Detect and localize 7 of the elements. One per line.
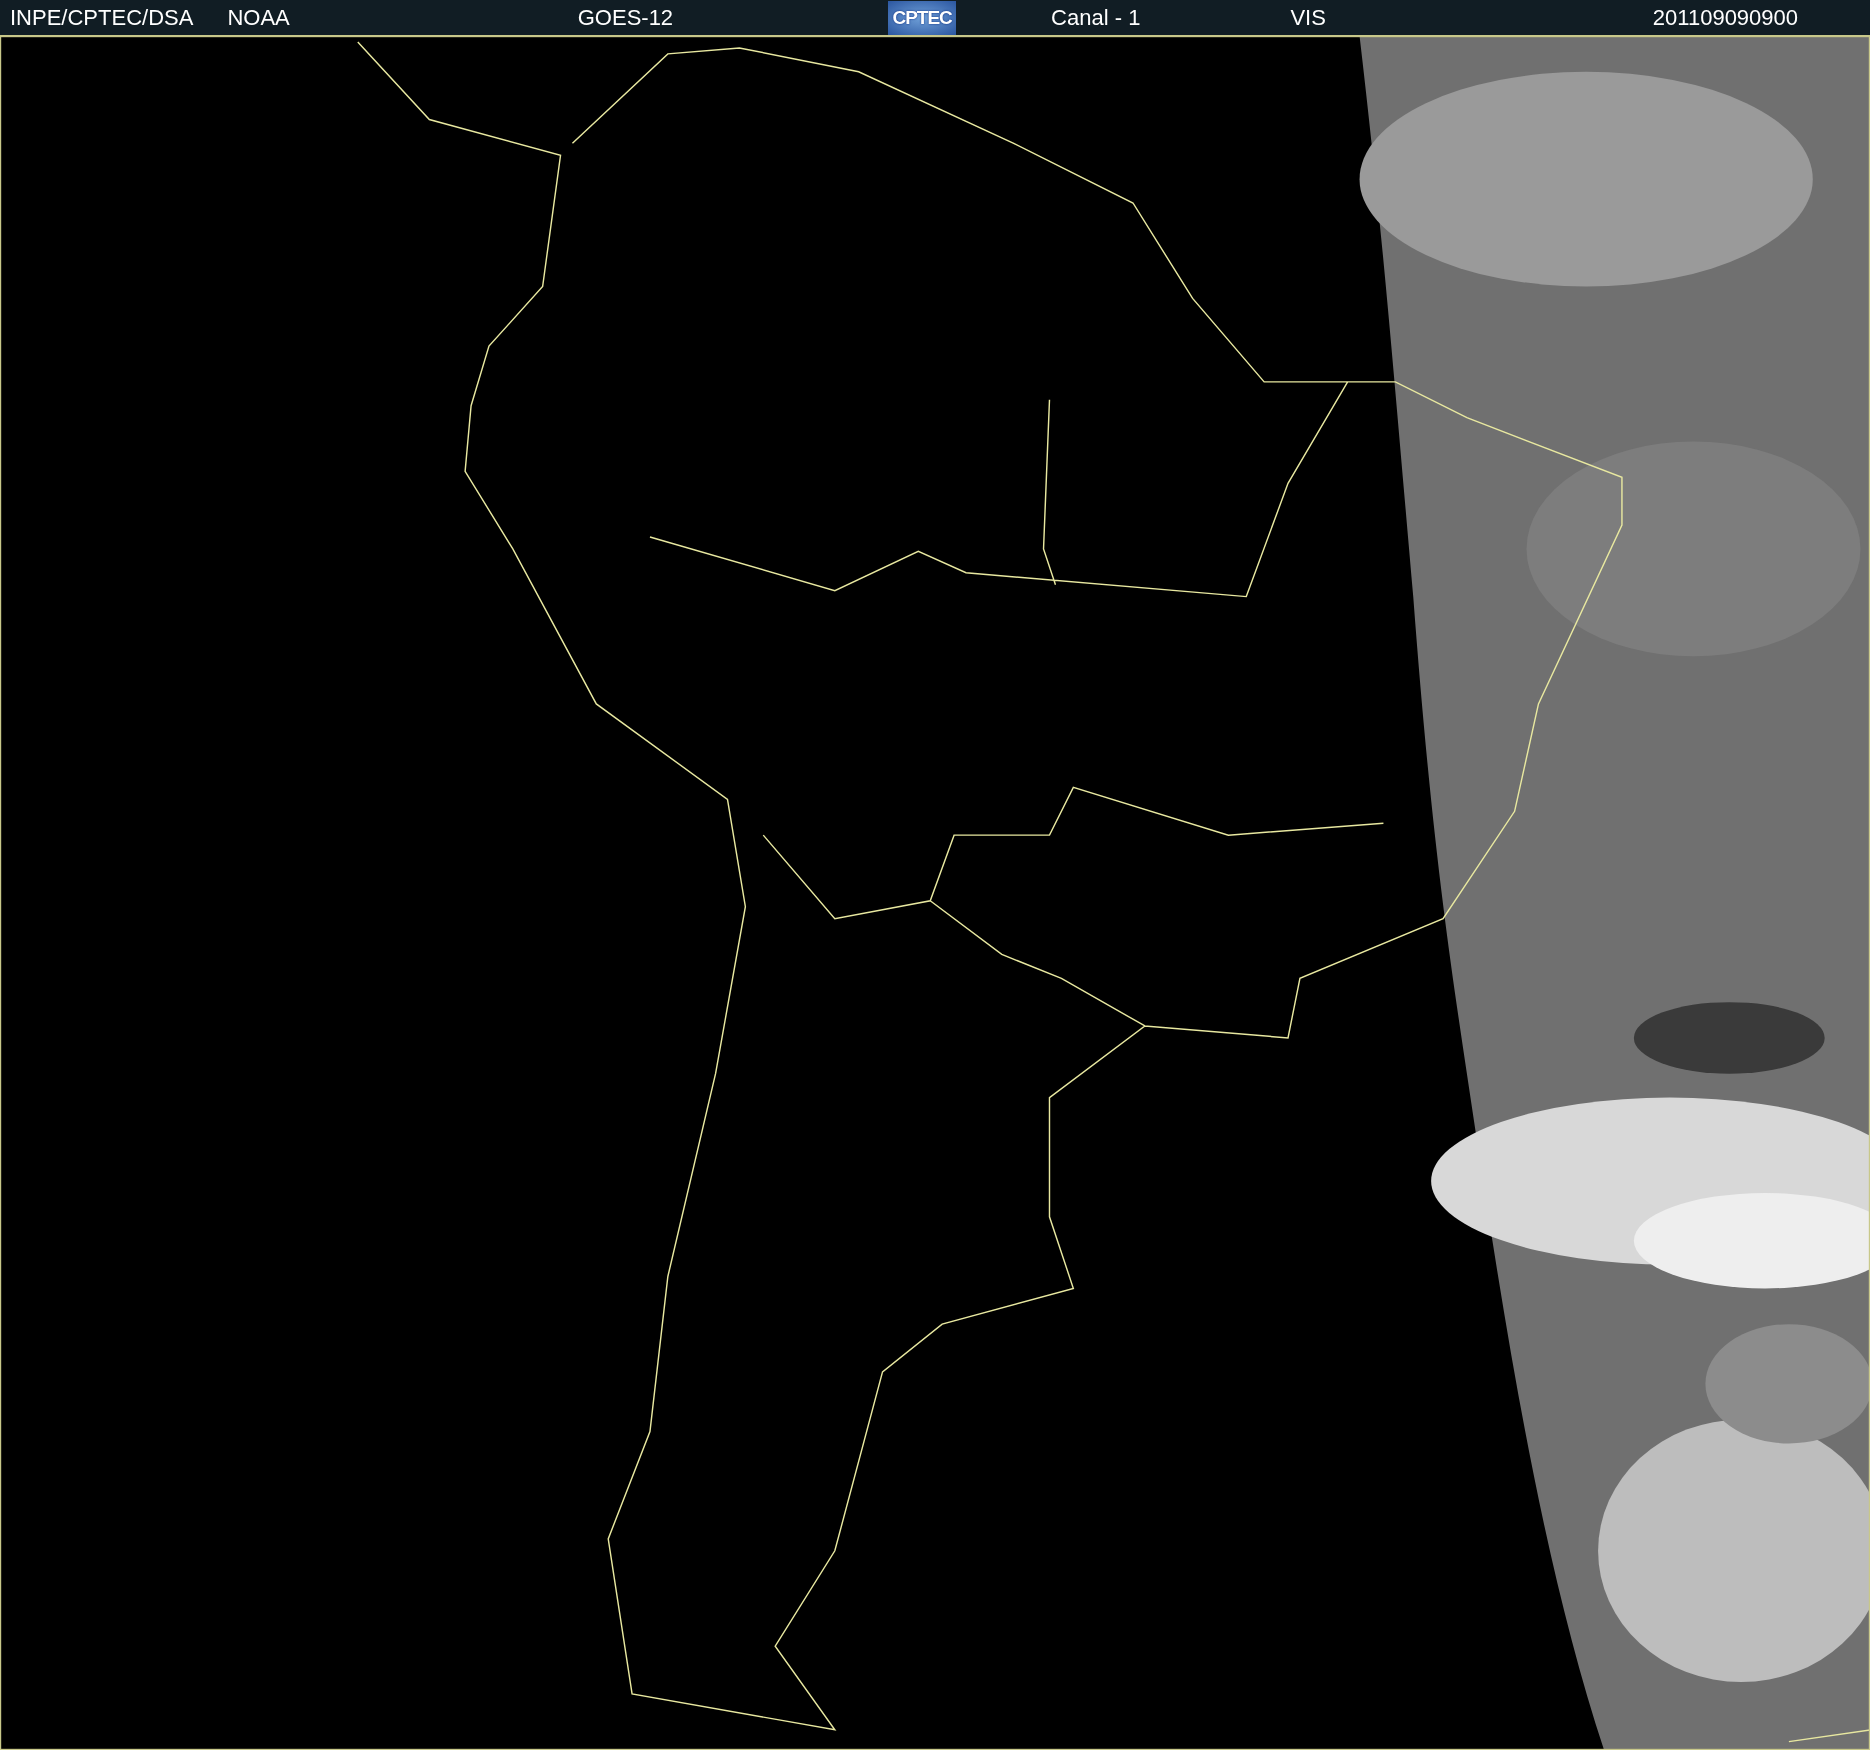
band-label: VIS [1290,4,1326,31]
channel-label: Canal - 1 [1051,4,1141,31]
satellite-label: GOES-12 [577,4,674,31]
logo: CPTEC [888,0,957,35]
source-label: INPE/CPTEC/DSA [10,4,194,31]
timestamp-label: 201109090900 [1652,4,1799,31]
agency-label: NOAA [227,4,290,31]
